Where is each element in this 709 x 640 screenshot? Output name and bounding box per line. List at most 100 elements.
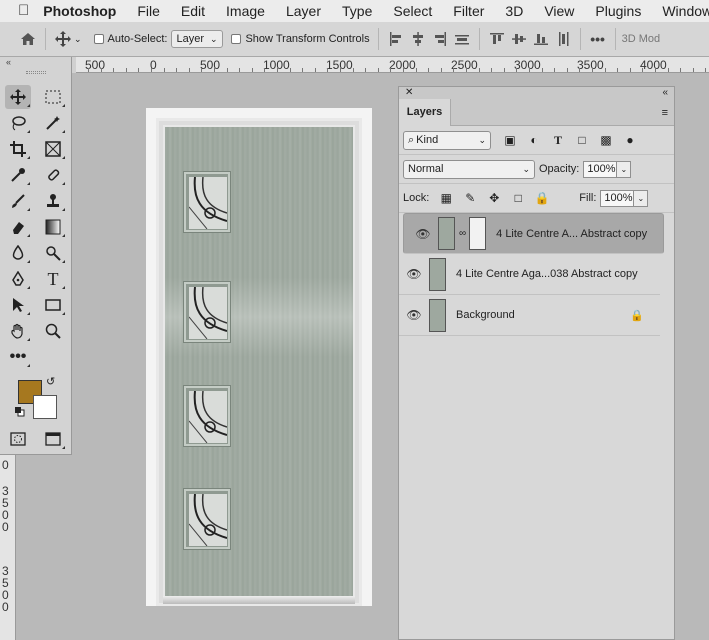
distribute-v-icon[interactable] xyxy=(552,28,574,50)
gradient-tool-icon[interactable] xyxy=(40,215,66,239)
frame-tool-icon[interactable] xyxy=(40,137,66,161)
menu-file[interactable]: File xyxy=(137,3,160,19)
lock-pixels-icon[interactable]: ✎ xyxy=(459,191,481,205)
hand-tool-icon[interactable] xyxy=(5,319,31,343)
collapse-icon[interactable]: « xyxy=(662,87,668,99)
opacity-dropdown-icon[interactable]: ⌄ xyxy=(617,160,632,178)
menu-image[interactable]: Image xyxy=(226,3,265,19)
default-colors-icon[interactable] xyxy=(15,407,25,417)
app-name-menu[interactable]: Photoshop xyxy=(43,3,116,19)
rectangle-tool-icon[interactable] xyxy=(40,293,66,317)
fill-dropdown-icon[interactable]: ⌄ xyxy=(634,189,649,207)
filter-toggle-icon[interactable]: ● xyxy=(619,133,641,147)
align-right-icon[interactable] xyxy=(429,28,451,50)
move-tool-icon[interactable] xyxy=(52,28,74,50)
menu-filter[interactable]: Filter xyxy=(453,3,484,19)
tool-preset-chevron-icon[interactable]: ⌄ xyxy=(74,34,82,45)
blend-mode-dropdown[interactable]: Normal ⌄ xyxy=(403,159,535,179)
visibility-eye-icon[interactable]: 👁 xyxy=(399,308,429,322)
menu-select[interactable]: Select xyxy=(393,3,432,19)
opacity-input[interactable]: 100% xyxy=(583,160,618,178)
edit-toolbar-icon[interactable]: ••• xyxy=(5,345,31,369)
chevron-down-icon: ⌄ xyxy=(522,163,530,174)
eraser-tool-icon[interactable] xyxy=(5,215,31,239)
lasso-tool-icon[interactable] xyxy=(5,111,31,135)
door-slab-image xyxy=(163,125,355,599)
pen-tool-icon[interactable] xyxy=(5,267,31,291)
panel-header: ✕ « xyxy=(399,87,674,99)
vertical-ruler[interactable]: 0 3 5 0 0 3 5 0 0 xyxy=(0,455,16,640)
lock-transparent-icon[interactable]: ▦ xyxy=(435,191,457,205)
apple-icon[interactable]:  xyxy=(18,3,29,19)
distribute-icon[interactable] xyxy=(451,28,473,50)
align-center-h-icon[interactable] xyxy=(407,28,429,50)
image-filter-icon[interactable]: ▣ xyxy=(499,133,521,147)
visibility-eye-icon[interactable]: 👁 xyxy=(408,227,438,241)
path-selection-tool-icon[interactable] xyxy=(5,293,31,317)
close-icon[interactable]: ✕ xyxy=(405,87,413,98)
visibility-eye-icon[interactable]: 👁 xyxy=(399,267,429,281)
smart-object-filter-icon[interactable]: ▩ xyxy=(595,133,617,147)
align-middle-v-icon[interactable] xyxy=(508,28,530,50)
ruler-tick xyxy=(566,68,568,72)
marquee-tool-icon[interactable] xyxy=(40,85,66,109)
menu-3d[interactable]: 3D xyxy=(505,3,523,19)
blur-tool-icon[interactable] xyxy=(5,241,31,265)
more-options-icon[interactable]: ••• xyxy=(587,28,609,50)
auto-select-dropdown[interactable]: Layer ⌄ xyxy=(171,30,224,48)
panel-menu-icon[interactable]: ≡ xyxy=(662,107,668,119)
menu-type[interactable]: Type xyxy=(342,3,372,19)
horizontal-ruler[interactable]: 500 0 500 1000 1500 2000 2500 3000 3500 … xyxy=(76,57,709,73)
link-icon[interactable]: ∞ xyxy=(459,228,466,239)
background-color-swatch[interactable] xyxy=(33,395,57,419)
screen-mode-icon[interactable] xyxy=(40,427,66,451)
tab-layers[interactable]: Layers xyxy=(399,99,451,126)
lock-position-icon[interactable]: ✥ xyxy=(483,191,505,205)
type-tool-icon[interactable]: T xyxy=(40,267,66,291)
collapse-icon[interactable]: « xyxy=(0,57,71,67)
lock-artboard-icon[interactable]: □ xyxy=(507,191,529,205)
filter-row: ⌕ Kind ⌄ ▣ ◐ T □ ▩ ● xyxy=(399,126,674,155)
eyedropper-tool-icon[interactable] xyxy=(5,163,31,187)
magic-wand-tool-icon[interactable] xyxy=(40,111,66,135)
menu-plugins[interactable]: Plugins xyxy=(595,3,641,19)
home-icon[interactable] xyxy=(17,28,39,50)
layer-mask-thumbnail[interactable] xyxy=(469,217,487,250)
menu-layer[interactable]: Layer xyxy=(286,3,321,19)
menu-window[interactable]: Window xyxy=(662,3,709,19)
align-bottom-icon[interactable] xyxy=(530,28,552,50)
lock-icon[interactable]: 🔒 xyxy=(630,309,644,322)
auto-select-checkbox[interactable] xyxy=(93,34,104,44)
move-tool-icon[interactable] xyxy=(5,85,31,109)
filter-kind-dropdown[interactable]: ⌕ Kind ⌄ xyxy=(403,130,491,150)
align-top-icon[interactable] xyxy=(486,28,508,50)
adjustment-filter-icon[interactable]: ◐ xyxy=(523,133,545,147)
ruler-label: 0 xyxy=(2,520,9,534)
transform-controls-checkbox[interactable] xyxy=(231,34,242,44)
align-left-icon[interactable] xyxy=(385,28,407,50)
zoom-tool-icon[interactable] xyxy=(40,319,66,343)
layer-row[interactable]: 👁 ∞ 4 Lite Centre A... Abstract copy xyxy=(403,213,664,254)
healing-brush-tool-icon[interactable] xyxy=(40,163,66,187)
shape-filter-icon[interactable]: □ xyxy=(571,133,593,147)
type-filter-icon[interactable]: T xyxy=(547,133,569,148)
crop-tool-icon[interactable] xyxy=(5,137,31,161)
document-canvas[interactable] xyxy=(146,108,372,606)
swap-colors-icon[interactable]: ↺ xyxy=(46,375,55,388)
menu-view[interactable]: View xyxy=(544,3,574,19)
menu-edit[interactable]: Edit xyxy=(181,3,205,19)
brush-tool-icon[interactable] xyxy=(5,189,31,213)
auto-select-value: Layer xyxy=(176,33,204,45)
layer-row[interactable]: 👁 Background 🔒 xyxy=(399,295,660,336)
layer-row[interactable]: 👁 4 Lite Centre Aga...038 Abstract copy xyxy=(399,254,660,295)
ruler-tick xyxy=(529,68,530,72)
chevron-down-icon: ⌄ xyxy=(210,33,218,44)
ruler-tick xyxy=(629,68,631,72)
lock-all-icon[interactable]: 🔒 xyxy=(531,191,553,205)
dodge-tool-icon[interactable] xyxy=(40,241,66,265)
quick-mask-icon[interactable] xyxy=(5,427,31,451)
fill-input[interactable]: 100% xyxy=(600,189,635,207)
panel-grip[interactable] xyxy=(26,71,46,74)
clone-stamp-tool-icon[interactable] xyxy=(40,189,66,213)
ruler-tick xyxy=(377,68,379,72)
